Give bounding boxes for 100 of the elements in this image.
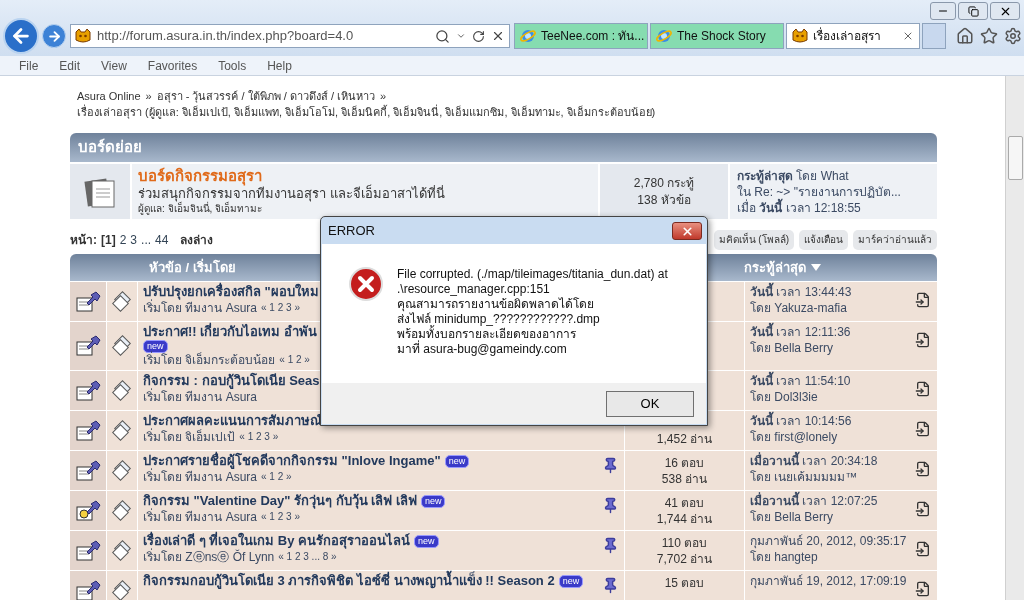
paper-stack-icon xyxy=(111,335,133,357)
paper-stack-icon xyxy=(111,499,133,522)
menu-item[interactable]: File xyxy=(19,56,39,75)
stop-icon[interactable] xyxy=(491,29,505,43)
reply-count: 110 ตอบ xyxy=(661,535,708,551)
new-badge: new xyxy=(420,494,446,508)
paper-stack-icon xyxy=(111,419,133,442)
go-to-last-post-icon[interactable] xyxy=(915,541,931,557)
new-badge: new xyxy=(143,339,168,353)
page-link[interactable]: [1] xyxy=(101,230,116,249)
last-post-info: กระทู้ล่าสุด โดย What xyxy=(737,167,850,184)
error-message-line: พร้อมทั้งบอกรายละเอียดของอาการ xyxy=(397,327,576,341)
back-button[interactable] xyxy=(3,18,39,54)
last-post-author: โดย Bella Berry xyxy=(750,340,835,356)
page-link[interactable]: 2 xyxy=(119,230,127,249)
new-badge: new xyxy=(414,534,439,548)
restore-button[interactable] xyxy=(958,2,988,20)
tab-title: The Shock Story xyxy=(677,28,767,45)
last-post-author: โดย hangtep xyxy=(750,549,819,565)
browser-icon xyxy=(656,28,672,44)
address-field[interactable]: http://forum.asura.in.th/index.php?board=4.0 xyxy=(70,24,510,48)
paper-stack-icon xyxy=(111,290,133,313)
menu-item[interactable]: Edit xyxy=(59,56,81,75)
topic-title[interactable]: ประกาศ!! เกี่ยวกับไอเทม อำพัน xyxy=(143,324,317,340)
ok-button[interactable]: OK xyxy=(606,390,694,417)
go-to-last-post-icon[interactable] xyxy=(915,581,931,597)
topic-starter: เริ่มโดย ทีมงาน Asura xyxy=(143,389,257,405)
breadcrumb-link[interactable]: อสุรา - วุ้นสวรรค์ / ใต้พิภพ / ดาวดึงส์ / เหินหาว xyxy=(156,88,375,104)
close-tab-icon[interactable] xyxy=(902,30,914,42)
page-link[interactable]: 3 xyxy=(130,230,138,249)
action-button[interactable]: แจ้งเตือน xyxy=(799,229,848,250)
topic-title[interactable]: ประกาศรายชื่อผู้โชคดีจากกิจกรรม "Inlove Ingame" xyxy=(143,453,441,469)
address-url: http://forum.asura.in.th/index.php?board=4.0 xyxy=(97,27,355,46)
topic-starter: เริ่มโดย จิเอ็มเปเป้ xyxy=(143,429,236,445)
paper-stack-icon xyxy=(111,539,133,562)
go-to-last-post-icon[interactable] xyxy=(915,461,931,477)
search-icon[interactable] xyxy=(435,28,450,44)
view-count: 538 อ่าน xyxy=(661,471,708,487)
menu-item[interactable]: Favorites xyxy=(147,56,198,75)
error-message-line: ส่งไฟล์ minidump_????????????.dmp xyxy=(397,312,601,326)
forward-icon xyxy=(46,28,62,44)
browser-tab[interactable]: เรื่องเล่าอสุรา xyxy=(786,23,920,49)
forward-button[interactable] xyxy=(42,24,66,48)
page-link[interactable]: 44 xyxy=(155,230,169,249)
go-to-last-post-icon[interactable] xyxy=(915,332,931,348)
page-links[interactable]: « 1 2 3 » xyxy=(239,429,279,445)
dialog-title: ERROR xyxy=(328,222,375,241)
home-icon[interactable] xyxy=(956,27,974,45)
topic-starter: เริ่มโดย ทีมงาน Asura xyxy=(143,509,257,525)
paper-stack-icon xyxy=(111,459,133,482)
refresh-icon[interactable] xyxy=(472,29,485,43)
action-button[interactable]: มาร์คว่าอ่านแล้ว xyxy=(853,229,937,250)
browser-tab[interactable]: The Shock Story xyxy=(650,23,784,49)
scrollbar-thumb[interactable] xyxy=(1007,136,1023,180)
error-message-line: .\resource_manager.cpp:151 xyxy=(397,282,551,297)
last-post-time: กุมภาพันธ์ 20, 2012, 09:35:17 xyxy=(750,533,908,549)
page-links[interactable]: « 1 2 » xyxy=(261,469,292,485)
post-count: 2,780 กระทู้ xyxy=(633,174,695,192)
last-post-author: โดย first@lonely xyxy=(750,429,839,445)
go-to-last-post-icon[interactable] xyxy=(915,501,931,517)
go-to-last-post-icon[interactable] xyxy=(915,381,931,397)
topic-title[interactable]: กิจกรรม "Valentine Day" รักวุ่นๆ กับวุ้น เลิฟ เลิฟ xyxy=(143,493,417,509)
dropdown-icon[interactable] xyxy=(456,31,466,41)
topic-title[interactable]: ปรับปรุงยกเครื่องสกิล "ผอบใหม xyxy=(143,284,319,300)
board-description: ร่วมสนุกกิจกรรมจากทีมงานอสุรา และจีเอ็มอาสาได้ที่นี่ xyxy=(138,185,446,202)
breadcrumb-separator: » xyxy=(380,89,387,104)
page-links[interactable]: « 1 2 3 » xyxy=(261,509,300,525)
settings-icon[interactable] xyxy=(1004,27,1022,45)
breadcrumb-link[interactable]: Asura Online xyxy=(77,88,141,104)
page-link[interactable]: ... xyxy=(141,230,152,249)
menu-item[interactable]: Tools xyxy=(218,56,247,75)
sort-down-icon[interactable] xyxy=(811,263,821,272)
section-title: บอร์ดย่อย xyxy=(78,137,142,158)
topic-title[interactable]: เรื่องเล่าดี ๆ ที่เจอในเกม By คนรักอสุราออนไลน์ xyxy=(143,533,411,549)
topic-starter: เริ่มโดย จิเอ็มกระต้อบน้อย xyxy=(143,352,276,368)
go-to-last-post-icon[interactable] xyxy=(915,292,931,308)
action-button[interactable]: มคิดเห็น (โพลล์) xyxy=(713,229,794,250)
page-links[interactable]: « 1 2 » xyxy=(279,352,310,368)
go-to-last-post-icon[interactable] xyxy=(915,421,931,437)
close-button[interactable] xyxy=(990,2,1020,20)
tab-title: TeeNee.com : ทัน... xyxy=(541,28,645,45)
dialog-close-button[interactable] xyxy=(672,222,702,240)
tab-title: เรื่องเล่าอสุรา xyxy=(813,27,882,45)
go-down-link[interactable]: ลงล่าง xyxy=(180,230,214,249)
creature-icon xyxy=(75,28,91,44)
view-count: 1,744 อ่าน xyxy=(656,511,713,527)
reply-count: 16 ตอบ xyxy=(664,455,705,471)
minimize-button[interactable] xyxy=(930,2,956,20)
page-links[interactable]: « 1 2 3 » xyxy=(261,300,300,316)
browser-tab[interactable]: TeeNee.com : ทัน... xyxy=(514,23,648,49)
page-links[interactable]: « 1 2 3 ... 8 » xyxy=(278,549,337,565)
menu-item[interactable]: Help xyxy=(267,56,292,75)
topic-title[interactable]: กิจกรรม : กอบกู้วินโดเนีย Seas xyxy=(143,373,320,389)
error-message-line: File corrupted. (./map/tileimages/titania_dun.dat) at xyxy=(397,267,668,282)
topic-title[interactable]: ประกาศผลคะแนนการสัมภาษณ์ xyxy=(143,413,322,429)
paper-stack-icon xyxy=(111,379,133,402)
menu-item[interactable]: View xyxy=(101,56,127,75)
new-badge: new xyxy=(444,454,470,468)
last-post-time: เมื่อวานนี้ เวลา 12:07:25 xyxy=(750,493,915,509)
favorites-icon[interactable] xyxy=(980,27,998,45)
